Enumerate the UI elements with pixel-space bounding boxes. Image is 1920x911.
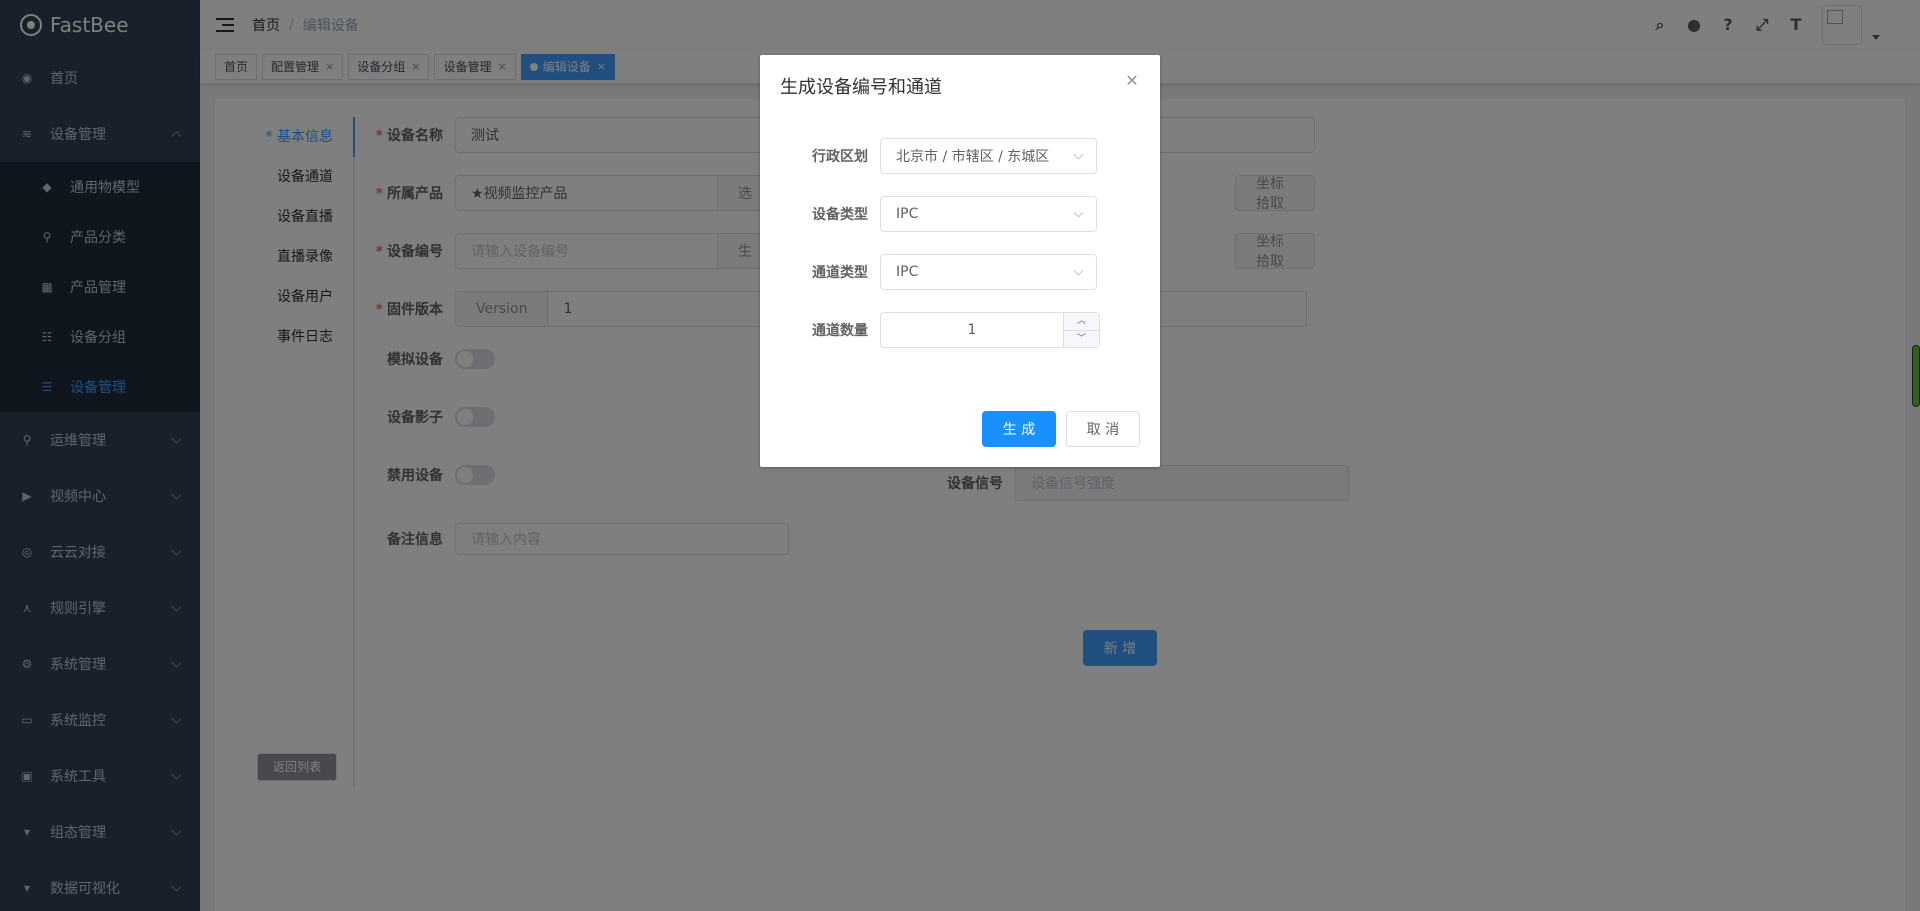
increment-icon[interactable]: ︿ [1064,313,1099,331]
dialog-row-channel-count: 通道数量 1 ︿ ﹀ [780,312,1100,348]
device-type-select[interactable]: IPC [880,196,1097,232]
region-select[interactable]: 北京市 / 市辖区 / 东城区 [880,138,1097,174]
generate-device-dialog: 生成设备编号和通道 ✕ 行政区划 北京市 / 市辖区 / 东城区 设备类型 IP… [760,55,1160,467]
generate-button[interactable]: 生 成 [982,411,1056,447]
channel-count-stepper[interactable]: 1 ︿ ﹀ [880,312,1100,348]
chevron-down-icon [1073,149,1084,160]
dialog-title: 生成设备编号和通道 [780,77,942,98]
dialog-row-channel-type: 通道类型 IPC [780,254,1097,290]
channel-type-select[interactable]: IPC [880,254,1097,290]
decrement-icon[interactable]: ﹀ [1064,331,1099,348]
dialog-row-device-type: 设备类型 IPC [780,196,1097,232]
dialog-row-region: 行政区划 北京市 / 市辖区 / 东城区 [780,138,1097,174]
chevron-down-icon [1073,265,1084,276]
cancel-button[interactable]: 取 消 [1066,411,1140,447]
close-icon[interactable]: ✕ [1124,73,1140,89]
chevron-down-icon [1073,207,1084,218]
channel-count-value[interactable]: 1 [881,313,1063,347]
